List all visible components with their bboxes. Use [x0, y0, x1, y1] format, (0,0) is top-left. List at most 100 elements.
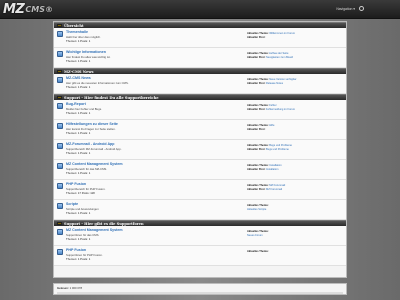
logo-main: MZ	[3, 2, 25, 17]
last-post-thread: Aktuelles Thema: MZ Forumnail	[247, 184, 285, 187]
forum-stats: Themen: 1 Posts: 1	[66, 111, 91, 115]
forum-row[interactable]: PHP Fusion Supportbereich für PHP Fusion.…	[54, 180, 346, 200]
last-post-post: Aktueller Post: Bugs und Probleme	[247, 148, 289, 151]
top-bar: MZ CMS® Navigation ▾	[0, 0, 400, 19]
forum-icon	[57, 143, 63, 149]
last-post-thread: Aktuelles Thema:	[247, 204, 268, 207]
search-icon[interactable]	[359, 6, 364, 11]
last-post-link[interactable]: Fehler	[268, 104, 276, 107]
forum-title-link[interactable]: MZ Content Management System	[66, 162, 123, 166]
last-post-link[interactable]: Bugs und Probleme	[268, 144, 292, 147]
last-post-post: Neues Forum	[247, 234, 263, 237]
last-post-thread: Aktuelles Thema: Installation	[247, 164, 282, 167]
last-post-label: Aktuelles Thema:	[247, 164, 269, 167]
footer-stats: Gelesen: 1 000 078	[53, 283, 347, 295]
forum-description: Supportforen für PHP Fusion.	[66, 252, 103, 257]
last-post-post-link[interactable]: Fehlermeldung im Forum	[265, 108, 295, 111]
forum-description: Habt hier über dies möglich.	[66, 34, 101, 39]
last-post-post-link[interactable]: Neuigkeiten zum Board	[265, 56, 293, 59]
forum-row[interactable]: MZ-Forumnail - Android App Supportbereich…	[54, 140, 346, 160]
last-post-post: Aktueller Post: Release Notes	[247, 82, 283, 85]
last-post-thread: Aktuelles Thema: Willkommen im Forum	[247, 32, 295, 35]
logo-sub: CMS®	[25, 5, 53, 14]
forum-title-link[interactable]: PHP Fusion	[66, 248, 86, 252]
forum-row[interactable]: Hilfestellungen zu dieser Seite Hier kann…	[54, 120, 346, 140]
last-post-thread: Aktuelles Thema: Hilfe	[247, 124, 274, 127]
forum-row[interactable]: MZ-CMS News Hier gibt es die neuesten Inf…	[54, 74, 346, 94]
last-post-link[interactable]: MZ Forumnail	[268, 184, 285, 187]
forum-row[interactable]: Bug-Report Meldet hier Fehler und Bugs. Th…	[54, 100, 346, 120]
last-post-thread: Aktuelles Thema: Neue Version verfügbar	[247, 78, 296, 81]
forum-description: Supportbereich MZ-Forumnail - Android Ap…	[66, 146, 122, 151]
forum-row[interactable]: MZ Content Management System Supportforen…	[54, 226, 346, 246]
forum-description: Hier gibt es die neuesten Informationen …	[66, 80, 129, 85]
last-post-post: Aktueller Post: Neuigkeiten zum Board	[247, 56, 293, 59]
last-post-post-link[interactable]: MZ Forumnail	[265, 188, 282, 191]
forum-description: Scripte und Anwendungen	[66, 206, 99, 211]
forum-description: Hier findest Du alles was wichtig ist.	[66, 54, 111, 59]
flag-icon	[57, 24, 62, 27]
last-post-post-link[interactable]: Aktuelles Scripte	[247, 208, 266, 211]
forum-stats: Themen: 1 Posts: 1	[66, 39, 91, 43]
forum-row[interactable]: PHP Fusion Supportforen für PHP Fusion. Th…	[54, 246, 346, 266]
last-post-label: Aktuelles Thema:	[247, 32, 269, 35]
forum-stats: Themen: 17 Posts: 118	[66, 191, 95, 195]
forum-title-link[interactable]: PHP Fusion	[66, 182, 86, 186]
last-post-post: Aktueller Post: Fehlermeldung im Forum	[247, 108, 295, 111]
forum-stats: Themen: 1 Posts: 1	[66, 211, 91, 215]
navigation-menu-button[interactable]: Navigation ▾	[336, 7, 355, 11]
flag-icon	[57, 70, 62, 73]
last-post-post: Aktueller Post: MZ Forumnail	[247, 188, 282, 191]
footer-key: Gelesen:	[57, 286, 70, 290]
forum-row[interactable]: MZ Content Management System Supportberei…	[54, 160, 346, 180]
forum-title-link[interactable]: Themenhalle	[66, 30, 88, 34]
forum-title-link[interactable]: MZ-CMS News	[66, 76, 91, 80]
forum-stats: Themen: 1 Posts: 1	[66, 257, 91, 261]
footer-divider	[57, 292, 343, 294]
forum-title-link[interactable]: MZ-Forumnail - Android App	[66, 142, 114, 146]
forum-index: Übersicht Themenhalle Habt hier über dies …	[53, 21, 347, 278]
forum-title-link[interactable]: Hilfestellungen zu dieser Seite	[66, 122, 118, 126]
forum-title-link[interactable]: MZ Content Management System	[66, 228, 123, 232]
flag-icon	[57, 222, 62, 225]
last-post-label: Aktuelles Thema:	[247, 204, 269, 207]
last-post-post-link[interactable]: Release Notes	[265, 82, 283, 85]
forum-row[interactable]: Themenhalle Habt hier über dies möglich. T…	[54, 28, 346, 48]
last-post-post: Aktuelles Scripte	[247, 208, 266, 211]
last-post-thread: Aktuelles Thema:	[247, 230, 268, 233]
forum-stats: Themen: 1 Posts: 1	[66, 171, 91, 175]
forum-description: Supportbereich für das MZ-CMS.	[66, 166, 108, 171]
last-post-label: Aktuelles Thema:	[247, 230, 269, 233]
forum-row[interactable]: Scripte Scripte und Anwendungen Themen: 1 …	[54, 200, 346, 220]
last-post-label: Aktuelles Thema:	[247, 124, 269, 127]
last-post-link[interactable]: Willkommen im Forum	[268, 32, 295, 35]
forum-stats: Themen: 1 Posts: 1	[66, 131, 91, 135]
last-post-link[interactable]: Installation	[268, 164, 281, 167]
forum-description: Hier kannst Du Fragen zur Seite stellen.	[66, 126, 116, 131]
last-post-label: Aktuelles Thema:	[247, 78, 269, 81]
forum-stats: Themen: 1 Posts: 1	[66, 151, 91, 155]
forum-icon	[57, 77, 63, 83]
forum-title-link[interactable]: Scripte	[66, 202, 78, 206]
last-post-post-link[interactable]: Neues Forum	[247, 234, 263, 237]
last-post-thread: Aktuelles Thema: Aufbau der Seite	[247, 52, 288, 55]
last-post-post-link[interactable]: Bugs und Probleme	[265, 148, 289, 151]
last-post-post-link[interactable]: Installation	[265, 168, 278, 171]
last-post-link[interactable]: Hilfe	[268, 124, 274, 127]
last-post-label: Aktuelles Thema:	[247, 144, 269, 147]
forum-title-link[interactable]: Wichtige Informationen	[66, 50, 106, 54]
last-post-post-label: Aktueller Post:	[247, 148, 266, 151]
forum-description: Supportforen für das CMS.	[66, 232, 100, 237]
site-logo[interactable]: MZ CMS®	[3, 2, 73, 17]
last-post-link[interactable]: Neue Version verfügbar	[268, 78, 296, 81]
last-post-thread: Aktuelles Thema: Bugs und Probleme	[247, 144, 292, 147]
last-post-post-label: Aktueller Post:	[247, 108, 266, 111]
flag-icon	[57, 96, 62, 99]
last-post-link[interactable]: Aufbau der Seite	[268, 52, 288, 55]
forum-icon	[57, 163, 63, 169]
forum-icon	[57, 123, 63, 129]
forum-row[interactable]: Wichtige Informationen Hier findest Du al…	[54, 48, 346, 68]
last-post-label: Aktuelles Thema:	[247, 250, 269, 253]
forum-icon	[57, 103, 63, 109]
forum-title-link[interactable]: Bug-Report	[66, 102, 86, 106]
